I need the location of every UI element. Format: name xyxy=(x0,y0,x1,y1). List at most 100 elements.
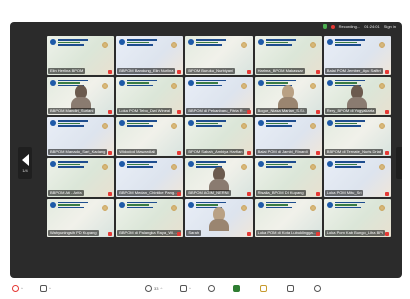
banner-text-lines xyxy=(58,39,88,46)
microphone-muted-icon xyxy=(384,110,389,115)
participant-name: BBPOM Medan_Chintike Panggal... xyxy=(117,189,182,196)
participant-name: Wahyuningsih PD Kupang xyxy=(48,230,99,237)
microphone-off-icon xyxy=(12,284,19,292)
shield-icon xyxy=(322,24,327,29)
camera-off-icon xyxy=(40,284,47,292)
participant-tile[interactable]: Elin Herlina BPOM xyxy=(47,36,115,75)
participant-name: Balai POM Jember_Ayu Safitri xyxy=(324,67,383,74)
decorative-motif-icon xyxy=(169,202,180,213)
participant-tile[interactable]: BBPOM AGIM_NERNI xyxy=(185,158,253,197)
participant-tile[interactable]: Balai POM di Jambi_Rinardi xyxy=(254,117,322,156)
banner-text-lines xyxy=(334,39,365,46)
microphone-muted-icon xyxy=(246,191,251,196)
microphone-muted-icon xyxy=(177,191,182,196)
participant-name: Sarah xyxy=(186,230,202,237)
bpom-logo-icon xyxy=(188,39,195,45)
participant-tile[interactable]: Widodod Mawardiali xyxy=(116,117,184,156)
microphone-muted-icon xyxy=(384,232,389,237)
participant-tile[interactable]: Balai POM Jember_Ayu Safitri xyxy=(323,36,391,75)
microphone-muted-icon xyxy=(108,69,113,74)
participant-video xyxy=(208,166,229,191)
bpom-logo-icon xyxy=(50,39,56,45)
participant-tile[interactable]: Bogor_Niasa Marian_S.Si. xyxy=(254,76,322,116)
event-banner xyxy=(326,120,367,127)
participant-tile[interactable]: Sarah xyxy=(185,198,253,238)
participant-name: Loka POM di Kota Lubuklinggau... xyxy=(255,230,320,237)
microphone-muted-icon xyxy=(384,151,389,155)
participant-tile[interactable]: Loka Pom Kab Bungo_Liha BPI xyxy=(323,198,391,238)
decorative-motif-icon xyxy=(100,202,111,213)
chevron-up-icon: ^ xyxy=(49,285,51,291)
event-banner xyxy=(119,201,159,209)
meeting-timer: 01:24:01 xyxy=(364,24,380,29)
bpom-logo-icon xyxy=(188,161,195,167)
record-icon xyxy=(287,284,294,292)
participant-tile[interactable]: Wahyuningsih PD Kupang xyxy=(47,198,115,238)
decorative-motif-icon xyxy=(238,80,249,91)
participant-tile[interactable]: BBPOM di Pekanbaru_Fitria Ram... xyxy=(185,76,253,116)
record-button[interactable] xyxy=(287,282,294,294)
bpom-logo-icon xyxy=(257,39,264,45)
banner-text-lines xyxy=(265,120,296,127)
participant-name: BBPOM Bandung_Elin Nurlina xyxy=(117,67,176,74)
participant-tile[interactable]: Harima_BPOM Makassar xyxy=(254,36,322,75)
reactions-button[interactable] xyxy=(208,282,215,294)
decorative-motif-icon xyxy=(100,121,111,132)
participant-tile[interactable]: Loka POM Mitu_Sri xyxy=(323,158,391,197)
participant-name: BBPOM AGIM_NERNI xyxy=(186,189,231,196)
banner-text-lines xyxy=(58,120,88,127)
banner-text-lines xyxy=(127,79,158,87)
video-button[interactable]: ^ xyxy=(40,282,51,294)
apps-button[interactable] xyxy=(260,282,267,294)
event-banner xyxy=(119,39,159,46)
recording-status: Recording... 01:24:01 Sign in xyxy=(322,24,396,29)
microphone-muted-icon xyxy=(177,232,182,237)
participant-video xyxy=(70,85,91,110)
event-banner xyxy=(188,79,228,87)
previous-page-button[interactable]: 1/4 xyxy=(18,147,32,179)
participant-name: Widodod Mawardiali xyxy=(117,149,158,155)
participant-name: Loka Pom Kab Bungo_Liha BPI xyxy=(324,230,386,237)
event-banner xyxy=(326,39,367,46)
bpom-logo-icon xyxy=(119,39,126,45)
chevron-up-icon: ^ xyxy=(160,285,163,291)
participant-tile[interactable]: BBPOM di Ternate_Nuris Driat xyxy=(323,117,391,156)
decorative-motif-icon xyxy=(376,80,387,91)
microphone-muted-icon xyxy=(315,151,320,155)
next-page-button[interactable] xyxy=(396,147,402,179)
participant-tile[interactable]: Loka POM Tebo_Dwi Wineal xyxy=(116,76,184,116)
participants-button[interactable]: 33 ^ xyxy=(145,282,162,294)
event-banner xyxy=(326,201,367,209)
banner-text-lines xyxy=(196,39,227,46)
participant-tile[interactable]: Loka POM di Kota Lubuklinggau... xyxy=(254,198,322,238)
banner-text-lines xyxy=(127,161,158,168)
more-button[interactable] xyxy=(314,282,321,294)
recording-label: Recording... xyxy=(338,24,361,29)
chevron-left-icon xyxy=(21,153,29,166)
participant-tile[interactable]: BPOM Sabah_Ambiya Harfian xyxy=(185,117,253,156)
participant-name: Loka POM Mitu_Sri xyxy=(324,189,364,196)
participant-name: BBPOM di Pekanbaru_Fitria Ram... xyxy=(186,108,251,115)
banner-text-lines xyxy=(334,201,365,209)
banner-text-lines xyxy=(127,201,158,209)
participant-tile[interactable]: BPOM Buruku_Nurbiyani xyxy=(185,36,253,75)
mute-button[interactable]: ^ xyxy=(12,282,23,294)
sign-in-button[interactable]: Sign in xyxy=(384,24,396,29)
chat-icon xyxy=(180,284,187,292)
decorative-motif-icon xyxy=(376,202,387,213)
decorative-motif-icon xyxy=(169,162,180,172)
participant-tile[interactable]: BBPOM di Palangka Raya_Wida... xyxy=(116,198,184,238)
participant-tile[interactable]: BBPOM Bandung_Elin Nurlina xyxy=(116,36,184,75)
participant-tile[interactable]: BBPOM Ati - Arifa xyxy=(47,158,115,197)
participant-tile[interactable]: BBPOM Mandiri_Suriani xyxy=(47,76,115,116)
participant-tile[interactable]: BBPOM Medan_Chintike Panggal... xyxy=(116,158,184,197)
participant-tile[interactable]: Rery_BPOM di Yogyakarta xyxy=(323,76,391,116)
microphone-muted-icon xyxy=(177,110,182,115)
microphone-muted-icon xyxy=(246,151,251,155)
share-screen-button[interactable] xyxy=(233,282,240,294)
participant-tile[interactable]: Risalia_BPOM DI Kupang xyxy=(254,158,322,197)
microphone-muted-icon xyxy=(384,191,389,196)
chat-button[interactable]: ^ xyxy=(180,282,191,294)
decorative-motif-icon xyxy=(238,121,249,132)
participant-tile[interactable]: BBPOM Manado_Sari_Kadang xyxy=(47,117,115,156)
